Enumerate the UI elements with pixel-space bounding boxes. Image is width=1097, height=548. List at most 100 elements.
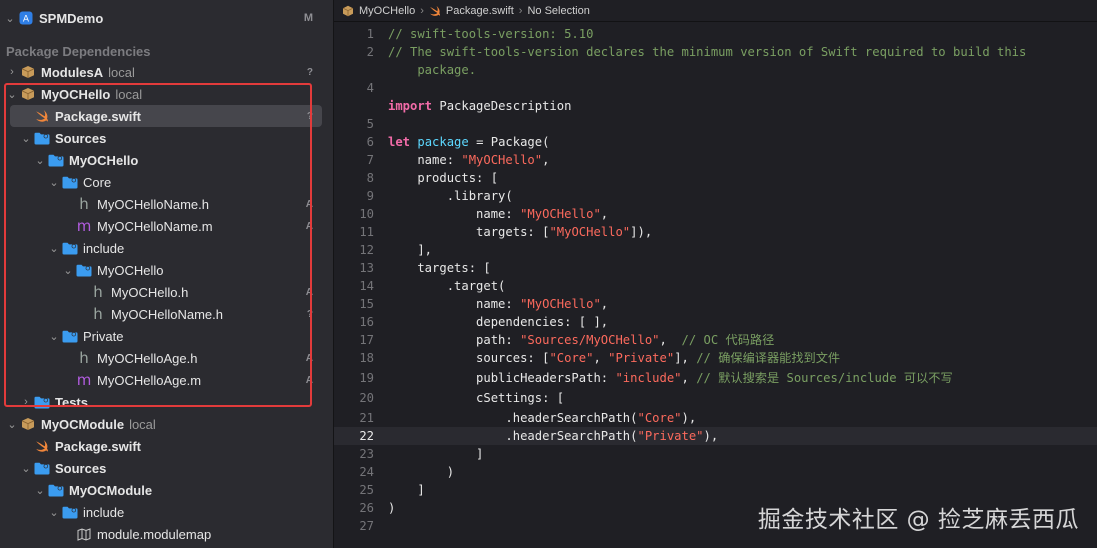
line-number: 17 [359, 333, 374, 347]
code-text: .headerSearchPath("Core"), [388, 409, 696, 427]
code-line[interactable]: 15 name: "MyOCHello", [334, 295, 1097, 313]
code-token: name: [388, 207, 521, 221]
code-text: .target( [388, 277, 506, 295]
code-line[interactable]: import PackageDescription [334, 97, 1097, 115]
code-line[interactable]: 5 [334, 115, 1097, 133]
navigator-item[interactable]: ⌄ MyOCModule [0, 479, 333, 501]
code-token: ]), [630, 225, 653, 239]
code-line[interactable]: 11 targets: ["MyOCHello"]), [334, 223, 1097, 241]
code-line[interactable]: 1 // swift-tools-version: 5.10 [334, 25, 1097, 43]
line-number: 8 [366, 171, 374, 185]
line-number: 22 [359, 429, 374, 443]
code-token: ), [703, 429, 719, 443]
chevron-down-icon[interactable]: ⌄ [48, 506, 60, 519]
code-text: .headerSearchPath("Private"), [388, 427, 718, 445]
code-token: ), [681, 411, 697, 425]
breadcrumb-item-file[interactable]: Package.swift [429, 5, 514, 17]
code-line[interactable]: 17 path: "Sources/MyOCHello", // OC 代码路径 [334, 331, 1097, 349]
code-line[interactable]: 6 let package = Package( [334, 133, 1097, 151]
code-line[interactable]: 21 .headerSearchPath("Core"), [334, 409, 1097, 427]
code-line[interactable]: 20 cSettings: [ [334, 389, 1097, 407]
code-line[interactable]: 18 sources: ["Core", "Private"], // 确保编译… [334, 349, 1097, 367]
code-token: path: [388, 333, 521, 347]
code-text: dependencies: [ ], [388, 313, 608, 331]
code-token: .library( [388, 189, 513, 203]
code-token: targets: [ [388, 261, 491, 275]
code-line[interactable]: 16 dependencies: [ ], [334, 313, 1097, 331]
code-line[interactable]: 9 .library( [334, 187, 1097, 205]
code-token: ) [388, 501, 396, 515]
code-token: , [542, 153, 550, 167]
navigator-item[interactable]: › ModulesA local? [0, 61, 333, 83]
navigator-item[interactable]: ›Package.swift [0, 435, 333, 457]
folder-icon [48, 483, 64, 497]
code-token: // The swift-tools-version declares the … [388, 45, 1027, 59]
package-icon [20, 417, 36, 431]
code-text: ) [388, 463, 454, 481]
line-number: 15 [359, 297, 374, 311]
code-text: ) [388, 499, 395, 517]
folder-icon [34, 461, 50, 475]
code-line[interactable]: 7 name: "MyOCHello", [334, 151, 1097, 169]
code-token: , [593, 351, 609, 365]
chevron-down-icon[interactable]: ⌄ [6, 418, 18, 431]
line-number: 18 [359, 351, 374, 365]
chevron-down-icon[interactable]: ⌄ [20, 462, 32, 475]
code-token: , [600, 207, 609, 221]
code-token: publicHeadersPath: [388, 371, 616, 385]
code-line[interactable]: 22 .headerSearchPath("Private"), [334, 427, 1097, 445]
code-line[interactable]: 25 ] [334, 481, 1097, 499]
code-line[interactable]: 24 ) [334, 463, 1097, 481]
code-text: import PackageDescription [388, 97, 571, 115]
breadcrumb-item-symbol[interactable]: No Selection [527, 5, 589, 17]
navigator-item[interactable]: ⌄ Sources [0, 457, 333, 479]
code-token: ], [674, 351, 697, 365]
source-editor: MyOCHello › Package.swift › No Selection… [334, 0, 1097, 548]
code-token: ) [388, 465, 455, 479]
code-area[interactable]: 1 // swift-tools-version: 5.10 2 // The swi… [334, 25, 1097, 548]
code-line[interactable]: 14 .target( [334, 277, 1097, 295]
line-number: 4 [366, 81, 374, 95]
code-line[interactable]: 10 name: "MyOCHello", [334, 205, 1097, 223]
code-line[interactable]: 2 // The swift-tools-version declares the… [334, 43, 1097, 61]
code-line[interactable]: package. [334, 61, 1097, 79]
navigator-item-label: include [83, 504, 125, 520]
code-text: let package = Package( [388, 133, 549, 151]
code-token: .target( [388, 279, 506, 293]
code-line[interactable]: 13 targets: [ [334, 259, 1097, 277]
line-number: 16 [359, 315, 374, 329]
code-token: .headerSearchPath( [388, 411, 638, 425]
line-number: 10 [359, 207, 374, 221]
chevron-down-icon[interactable]: ⌄ [34, 484, 46, 497]
chevron-right-icon[interactable]: › [6, 66, 18, 78]
code-line[interactable]: 4 [334, 79, 1097, 97]
navigator-item[interactable]: ⌄ MyOCModule local [0, 413, 333, 435]
line-number: 11 [359, 225, 374, 239]
code-token: , [659, 333, 682, 347]
line-number: 14 [359, 279, 374, 293]
code-line[interactable]: 19 publicHeadersPath: "include", // 默认搜索… [334, 369, 1097, 387]
code-line[interactable]: 12 ], [334, 241, 1097, 259]
code-line[interactable]: 8 products: [ [334, 169, 1097, 187]
project-row-spmdemo[interactable]: ⌄ A SPMDemo M [0, 7, 333, 29]
code-text: .library( [388, 187, 513, 205]
package-icon [20, 65, 36, 79]
code-token: sources: [ [388, 351, 550, 365]
section-title-package-dependencies: Package Dependencies [6, 44, 151, 59]
code-token: "include" [615, 371, 682, 385]
code-token: package. [388, 63, 477, 77]
line-number: 7 [366, 153, 374, 167]
source-control-status: M [303, 12, 313, 24]
code-token: "Core" [549, 351, 594, 365]
chevron-down-icon[interactable]: ⌄ [4, 12, 16, 25]
navigator-item[interactable]: ›module.modulemap [0, 523, 333, 545]
code-token: // 默认搜索是 Sources/include 可以不写 [696, 371, 953, 385]
code-text: package. [388, 61, 476, 79]
line-number: 24 [359, 465, 374, 479]
code-token: let [388, 135, 411, 149]
code-line[interactable]: 23 ] [334, 445, 1097, 463]
breadcrumb-item-package[interactable]: MyOCHello [342, 5, 415, 17]
navigator-item[interactable]: ⌄ include [0, 501, 333, 523]
code-text: targets: [ [388, 259, 491, 277]
code-token: import [388, 99, 433, 113]
